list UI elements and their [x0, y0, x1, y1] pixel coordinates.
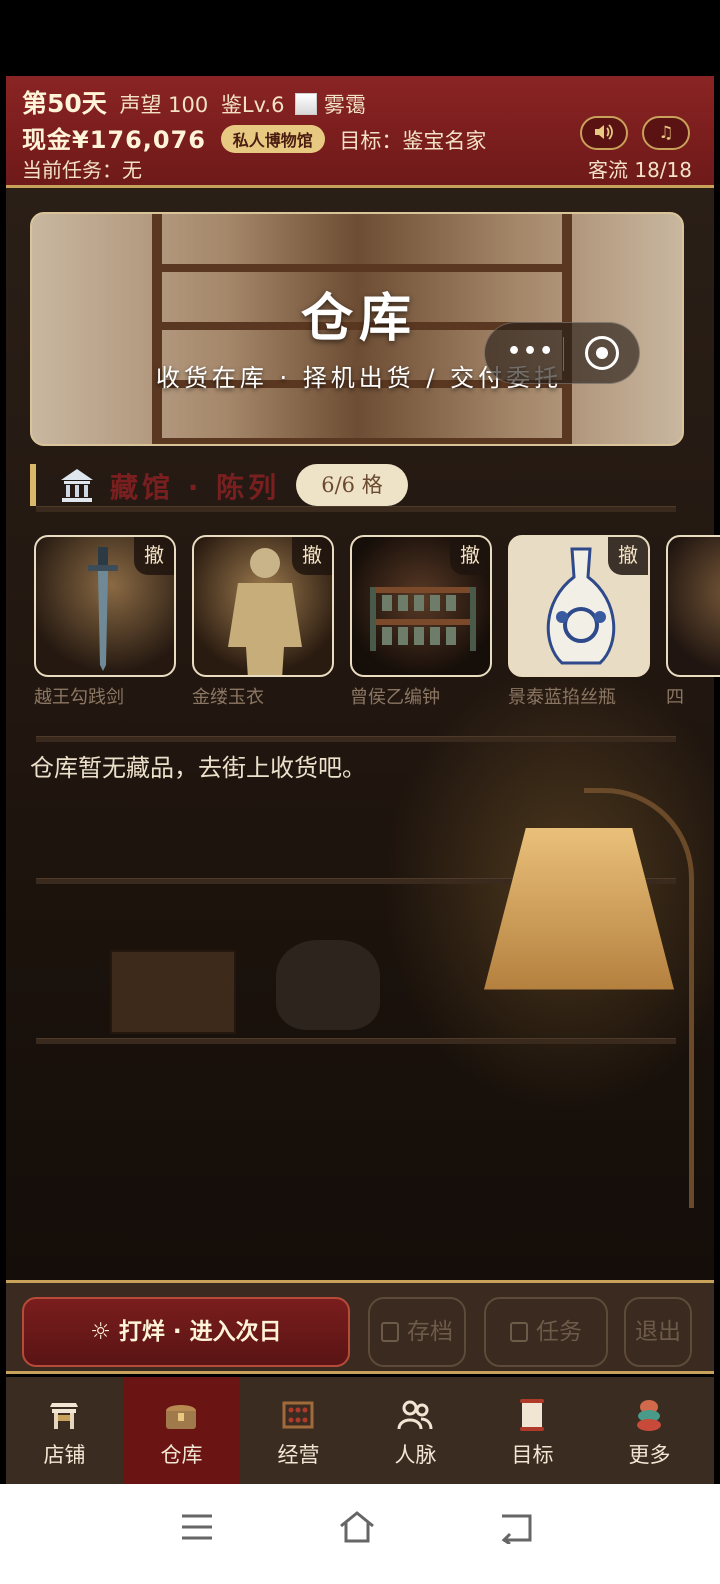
exhibit-name: 金缕玉衣: [192, 687, 264, 708]
nav-label: 更多: [628, 1443, 671, 1467]
shelf-decor: [36, 736, 676, 742]
chest-decor: [110, 950, 236, 1034]
capacity-badge: 6/6 格: [296, 464, 408, 506]
action-bar: ☼ 打烊 · 进入次日 存档 任务 退出: [6, 1280, 714, 1374]
exhibit-name: 越王勾践剑: [34, 687, 124, 708]
close-shop-next-day-button[interactable]: ☼ 打烊 · 进入次日: [22, 1297, 350, 1367]
section-title: 藏馆 · 陈列: [110, 471, 281, 504]
exhibit-name: 景泰蓝掐丝瓶: [508, 687, 616, 708]
close-target-icon[interactable]: [585, 336, 619, 370]
menu-icon[interactable]: [180, 1512, 214, 1542]
status-bar: [0, 0, 720, 76]
day-counter: 第50天: [22, 89, 107, 118]
treasure-chest-icon: [166, 1405, 196, 1429]
shop-tier-badge: 私人博物馆: [220, 125, 325, 153]
miniprogram-capsule: •••: [484, 322, 640, 384]
task-icon: [510, 1322, 528, 1342]
exhibit-name: 四: [666, 687, 684, 708]
exit-button[interactable]: 退出: [624, 1297, 692, 1367]
remove-button[interactable]: 撤: [450, 537, 490, 575]
nav-item-goals[interactable]: 目标: [474, 1377, 591, 1484]
remove-button[interactable]: 撤: [608, 537, 648, 575]
more-options-icon[interactable]: •••: [507, 339, 555, 364]
weather: 雾霭: [323, 93, 366, 117]
nav-label: 仓库: [160, 1443, 203, 1467]
exhibit-card[interactable]: 撤: [34, 535, 176, 677]
bottom-nav: 店铺 仓库 经营 人脉 目标 更多: [6, 1377, 714, 1484]
nav-item-business[interactable]: 经营: [240, 1377, 357, 1484]
system-nav-bar: [0, 1484, 720, 1584]
warehouse-empty-text: 仓库暂无藏品，去街上收货吧。: [30, 754, 366, 782]
nav-label: 目标: [511, 1443, 554, 1467]
music-note-icon: ♫: [658, 123, 674, 143]
goal-text: 目标：鉴宝名家: [339, 129, 487, 153]
nav-label: 人脉: [394, 1443, 437, 1467]
section-accent-bar: [30, 464, 36, 506]
capsule-divider: [563, 337, 564, 371]
app: 第50天 声望 100 鉴Lv.6 雾霭 现金¥176,076 私人博物馆 目标…: [0, 0, 720, 1584]
customer-traffic: 客流 18/18: [588, 158, 692, 182]
shelf-decor: [36, 1038, 676, 1044]
hud-row-2: 现金¥176,076 私人博物馆 目标：鉴宝名家: [22, 120, 486, 155]
speaker-icon: [595, 124, 613, 140]
exhibit-card[interactable]: 撤: [350, 535, 492, 677]
save-button[interactable]: 存档: [368, 1297, 466, 1367]
scroll-icon: [520, 1399, 544, 1431]
museum-icon: [61, 469, 93, 502]
exhibit-card[interactable]: 撤: [192, 535, 334, 677]
exhibit-card[interactable]: 撤: [508, 535, 650, 677]
save-icon: [381, 1322, 399, 1342]
exhibit-list: 撤 越王勾践剑 撤 金缕玉衣 撤 曾侯乙编钟 撤 景泰蓝掐丝瓶 四: [34, 535, 720, 715]
shelf-decor: [36, 506, 676, 512]
sound-button[interactable]: [580, 116, 628, 150]
people-icon: [397, 1400, 433, 1430]
music-button[interactable]: ♫: [642, 116, 690, 150]
nav-item-more[interactable]: 更多: [591, 1377, 708, 1484]
back-icon[interactable]: [498, 1510, 534, 1544]
remove-button[interactable]: 撤: [134, 537, 174, 575]
hud-row-1: 第50天 声望 100 鉴Lv.6 雾霭: [22, 84, 366, 120]
nav-item-shop[interactable]: 店铺: [6, 1377, 123, 1484]
reputation: 声望 100: [119, 93, 209, 117]
cash: 现金¥176,076: [22, 126, 207, 154]
pot-decor: [276, 940, 380, 1030]
shop-icon: [50, 1403, 78, 1429]
nav-item-contacts[interactable]: 人脉: [357, 1377, 474, 1484]
appraisal-level: 鉴Lv.6: [220, 93, 285, 117]
abacus-icon: [282, 1401, 314, 1429]
exhibit-card[interactable]: [666, 535, 720, 677]
tasks-label: 任务: [536, 1319, 582, 1345]
top-hud: 第50天 声望 100 鉴Lv.6 雾霭 现金¥176,076 私人博物馆 目标…: [6, 76, 714, 188]
save-label: 存档: [407, 1319, 453, 1345]
home-icon[interactable]: [338, 1510, 376, 1544]
nav-label: 店铺: [43, 1443, 86, 1467]
exhibit-name: 曾侯乙编钟: [350, 687, 440, 708]
remove-button[interactable]: 撤: [292, 537, 332, 575]
tasks-button[interactable]: 任务: [484, 1297, 608, 1367]
weather-icon: [295, 93, 318, 115]
more-icon: [637, 1400, 661, 1431]
lamp-stand: [584, 788, 694, 1208]
current-task: 当前任务：无: [22, 158, 142, 182]
nav-label: 经营: [277, 1443, 320, 1467]
nav-item-warehouse[interactable]: 仓库: [123, 1377, 240, 1484]
